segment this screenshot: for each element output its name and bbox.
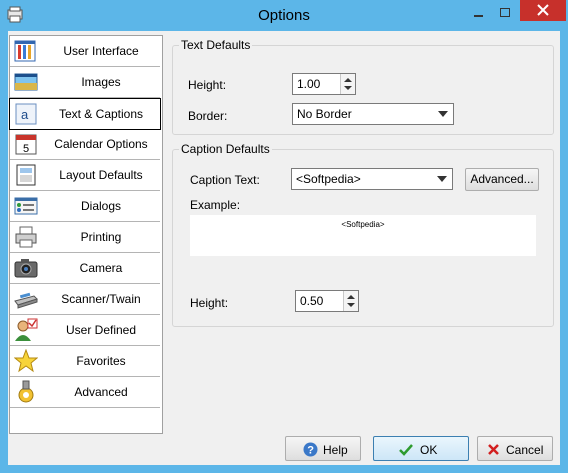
sidebar-item-label: Scanner/Twain [61,292,141,306]
sidebar-item-user-defined[interactable]: User Defined [10,315,160,346]
title-bar: Options [0,0,568,31]
svg-text:?: ? [307,445,314,457]
sidebar-item-printing[interactable]: Printing [10,222,160,253]
sidebar-item-dialogs[interactable]: Dialogs [10,191,160,222]
text-height-value: 1.00 [297,77,321,91]
printer-icon [15,226,37,248]
sidebar-item-label: Images [81,75,121,89]
help-label: Help [323,443,348,457]
spin-down-icon[interactable] [347,303,355,307]
caption-defaults-group: Caption Defaults Caption Text: <Softpedi… [172,142,554,327]
calendar-icon: 5 [15,134,37,155]
sidebar-item-text-captions[interactable]: a Text & Captions [9,98,161,130]
chevron-down-icon [438,111,448,117]
layout-icon [16,164,36,186]
category-list: User Interface Images a Text & Captions [9,35,163,434]
sidebar-item-calendar-options[interactable]: 5 Calendar Options [10,129,160,160]
sidebar-item-label: Calendar Options [54,137,148,151]
sidebar-item-label: User Interface [63,44,139,58]
caption-height-value: 0.50 [300,294,324,308]
images-icon [14,73,38,91]
user-defined-icon [15,318,38,341]
text-defaults-group: Text Defaults Height: 1.00 Border: No Bo… [172,38,554,135]
sidebar-item-label: Camera [79,261,123,275]
camera-icon [14,259,38,278]
ok-button[interactable]: OK [373,436,469,461]
client-area: User Interface Images a Text & Captions [8,31,560,465]
text-defaults-title: Text Defaults [179,38,253,52]
maximize-button[interactable] [493,4,517,22]
star-icon [14,349,38,373]
check-icon [399,444,413,456]
example-preview-text: <Softpedia> [341,220,385,229]
sidebar-item-label: Dialogs [80,199,122,213]
dialogs-icon [14,197,38,215]
caption-example-preview: <Softpedia> [190,215,536,256]
border-value: No Border [297,107,352,121]
sidebar-item-scanner-twain[interactable]: Scanner/Twain [10,284,160,315]
options-window: Options User Interface Images a Text & C… [0,0,568,473]
minimize-button[interactable] [466,4,490,22]
sidebar-item-label: Favorites [76,354,126,368]
caption-text-label: Caption Text: [190,173,260,187]
cancel-button[interactable]: Cancel [477,436,553,461]
caption-height-spinner[interactable]: 0.50 [295,290,359,312]
spin-up-icon[interactable] [347,295,355,299]
scanner-icon [14,292,38,309]
border-label: Border: [188,109,228,123]
caption-height-label: Height: [190,296,229,310]
text-captions-icon: a [15,103,37,125]
help-button[interactable]: ? Help [285,436,361,461]
cancel-label: Cancel [506,443,544,457]
caption-defaults-title: Caption Defaults [179,142,272,156]
advanced-icon [18,380,34,403]
text-height-label: Height: [188,78,227,92]
spin-buttons[interactable] [343,291,358,311]
svg-text:5: 5 [23,143,29,155]
sidebar-item-camera[interactable]: Camera [10,253,160,284]
chevron-down-icon[interactable] [437,176,447,182]
user-interface-icon [14,40,36,62]
caption-text-combo[interactable]: <Softpedia> [291,168,453,190]
advanced-button[interactable]: Advanced... [465,168,539,191]
sidebar-item-label: Printing [80,230,122,244]
cancel-x-icon [488,444,499,455]
ok-label: OK [420,443,438,457]
sidebar-item-images[interactable]: Images [10,67,160,98]
text-height-spinner[interactable]: 1.00 [292,73,356,95]
sidebar-item-label: Text & Captions [58,107,144,121]
help-icon: ? [303,442,318,457]
example-label: Example: [190,198,241,212]
sidebar-item-label: Advanced [74,385,128,399]
sidebar-item-label: Layout Defaults [59,168,143,182]
sidebar-item-user-interface[interactable]: User Interface [10,36,160,67]
close-button[interactable] [520,0,566,21]
border-select[interactable]: No Border [292,103,454,125]
spin-down-icon[interactable] [344,86,352,90]
spin-up-icon[interactable] [344,78,352,82]
sidebar-item-layout-defaults[interactable]: Layout Defaults [10,160,160,191]
close-icon [537,4,549,16]
sidebar-item-advanced[interactable]: Advanced [10,377,160,408]
caption-text-value: <Softpedia> [296,172,361,186]
sidebar-item-label: User Defined [65,323,137,337]
spin-buttons[interactable] [340,74,355,94]
svg-text:a: a [21,107,29,122]
sidebar-item-favorites[interactable]: Favorites [10,346,160,377]
